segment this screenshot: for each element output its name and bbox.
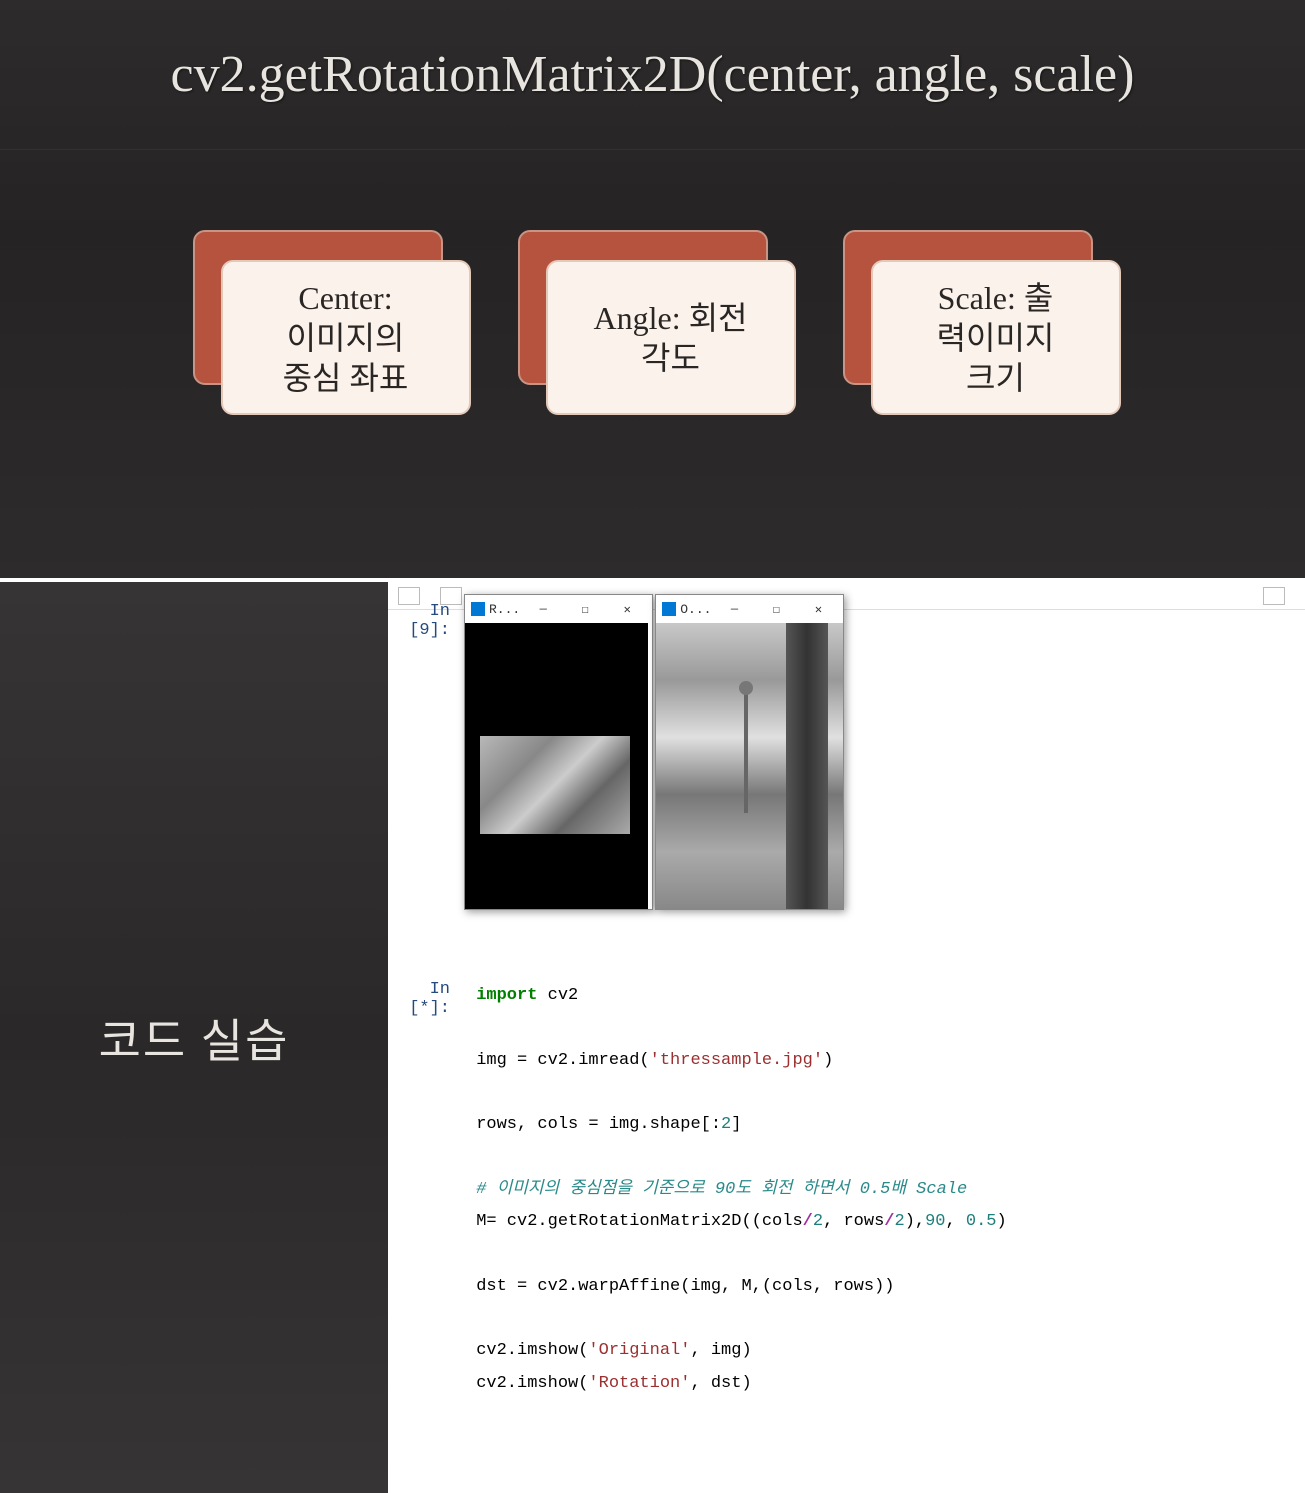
card-front: Scale: 출 력이미지 크기	[871, 260, 1121, 415]
number: 2	[813, 1212, 823, 1231]
card-scale: Scale: 출 력이미지 크기	[843, 230, 1113, 420]
code-content[interactable]: import cv2 img = cv2.imread('thressample…	[468, 980, 1007, 1400]
operator: /	[884, 1212, 894, 1231]
card-text: Angle: 회전 각도	[594, 298, 748, 378]
string: 'thressample.jpg'	[650, 1051, 823, 1070]
window-original[interactable]: O... — ☐ ✕	[655, 594, 844, 910]
window-rotated[interactable]: R... — ☐ ✕	[464, 594, 653, 910]
code-text: cv2.imshow(	[476, 1341, 588, 1360]
close-button[interactable]: ✕	[608, 598, 646, 620]
number: 2	[721, 1115, 731, 1134]
string: 'Original'	[588, 1341, 690, 1360]
code-text: img = cv2.imread(	[476, 1051, 649, 1070]
code-text: , img)	[690, 1341, 751, 1360]
comment: # 이미지의 중심점을 기준으로 90도 회전 하면서 0.5배 Scale	[476, 1180, 967, 1199]
code-text: dst = cv2.warpAffine(img, M,(cols, rows)…	[476, 1277, 894, 1296]
code-text: cv2.imshow(	[476, 1374, 588, 1393]
close-button[interactable]: ✕	[799, 598, 837, 620]
original-image-content	[656, 623, 843, 909]
app-icon	[662, 602, 676, 616]
slide-title: cv2.getRotationMatrix2D(center, angle, s…	[171, 45, 1135, 104]
slide-1: cv2.getRotationMatrix2D(center, angle, s…	[0, 0, 1305, 578]
maximize-button[interactable]: ☐	[757, 598, 795, 620]
slide2-left-panel: 코드 실습	[0, 582, 388, 1493]
rotated-image-content	[465, 623, 648, 909]
card-front: Angle: 회전 각도	[546, 260, 796, 415]
app-icon	[471, 602, 485, 616]
prompt-label: In [9]:	[388, 602, 458, 640]
card-text: Center: 이미지의 중심 좌표	[283, 278, 409, 398]
titlebar[interactable]: R... — ☐ ✕	[465, 595, 652, 623]
code-text: )	[823, 1051, 833, 1070]
window-title: O...	[680, 602, 711, 617]
code-text: M= cv2.getRotationMatrix2D((cols	[476, 1212, 802, 1231]
rotated-image	[480, 736, 630, 834]
slide2-title: 코드 실습	[99, 1005, 290, 1071]
number: 0.5	[966, 1212, 997, 1231]
image-tower	[744, 693, 748, 813]
string: 'Rotation'	[588, 1374, 690, 1393]
number: 2	[894, 1212, 904, 1231]
minimize-button[interactable]: —	[715, 598, 753, 620]
code-text: rows, cols = img.shape[:	[476, 1115, 721, 1134]
title-area: cv2.getRotationMatrix2D(center, angle, s…	[0, 0, 1305, 150]
code-text: , dst)	[690, 1374, 751, 1393]
prompt-label: In [*]:	[388, 980, 458, 1018]
slide-2: 코드 실습 In [9]: R... — ☐ ✕	[0, 578, 1305, 1493]
keyword: import	[476, 986, 537, 1005]
operator: /	[803, 1212, 813, 1231]
card-center: Center: 이미지의 중심 좌표	[193, 230, 463, 420]
code-cell[interactable]: In [*]: import cv2 img = cv2.imread('thr…	[388, 980, 1305, 1400]
number: 90	[925, 1212, 945, 1231]
image-pole	[786, 623, 828, 909]
output-windows: R... — ☐ ✕ O... — ☐ ✕	[464, 594, 844, 910]
card-angle: Angle: 회전 각도	[518, 230, 788, 420]
window-title: R...	[489, 602, 520, 617]
jupyter-panel: In [9]: R... — ☐ ✕	[388, 582, 1305, 1493]
card-text: Scale: 출 력이미지 크기	[937, 278, 1055, 398]
code-text: , rows	[823, 1212, 884, 1231]
notebook-area: In [9]: R... — ☐ ✕	[388, 582, 1305, 1410]
card-front: Center: 이미지의 중심 좌표	[221, 260, 471, 415]
code-text: ]	[731, 1115, 741, 1134]
code-text: cv2	[537, 986, 578, 1005]
cards-row: Center: 이미지의 중심 좌표 Angle: 회전 각도 Scale: 출…	[0, 150, 1305, 420]
code-text: ),	[905, 1212, 925, 1231]
code-text: ,	[946, 1212, 966, 1231]
maximize-button[interactable]: ☐	[566, 598, 604, 620]
code-text: )	[997, 1212, 1007, 1231]
minimize-button[interactable]: —	[524, 598, 562, 620]
titlebar[interactable]: O... — ☐ ✕	[656, 595, 843, 623]
